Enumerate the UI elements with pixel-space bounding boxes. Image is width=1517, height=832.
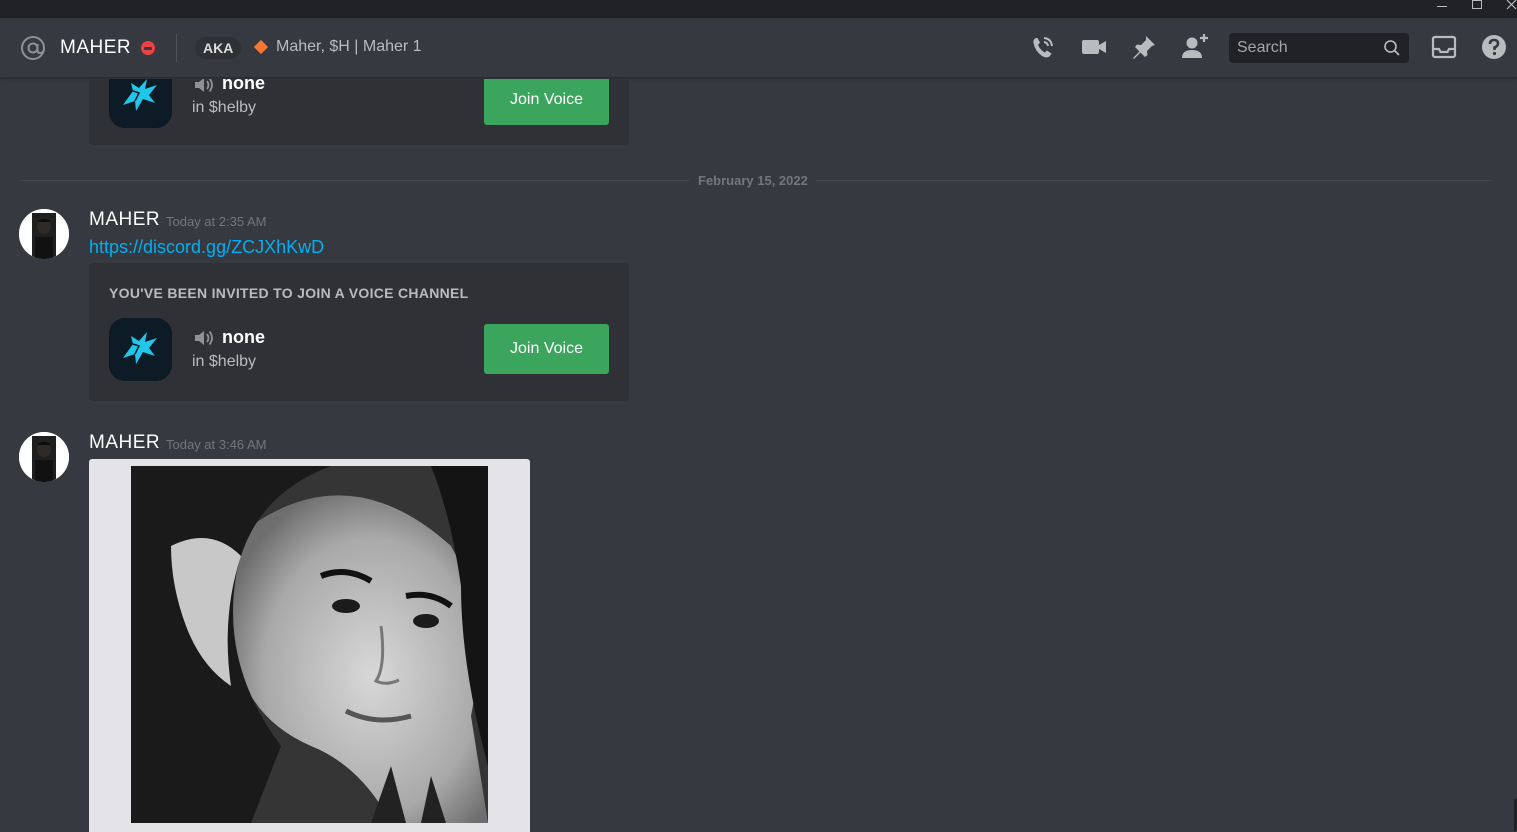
inbox-icon[interactable]	[1429, 32, 1459, 62]
nickname-list: Maher, $H | Maher 1	[276, 38, 422, 55]
nickname-diamond-icon	[253, 39, 269, 55]
voice-call-icon[interactable]	[1028, 32, 1058, 62]
video-call-icon[interactable]	[1079, 32, 1109, 62]
speaker-icon	[195, 330, 213, 346]
pin-icon[interactable]	[1129, 32, 1159, 62]
header-divider	[176, 34, 177, 62]
voice-channel-name: none	[222, 79, 265, 93]
dnd-status-icon	[141, 41, 155, 55]
guild-wolf-icon[interactable]	[109, 318, 172, 381]
date-divider-label: February 15, 2022	[690, 173, 816, 188]
message-author[interactable]: MAHER	[89, 432, 160, 454]
voice-invite-embed: YOU'VE BEEN INVITED TO JOIN A VOICE CHAN…	[89, 263, 629, 401]
join-voice-button[interactable]: Join Voice	[484, 79, 609, 125]
search-icon	[1384, 40, 1400, 56]
close-icon[interactable]	[1497, 0, 1517, 18]
message-timestamp: Today at 2:35 AM	[166, 214, 267, 229]
portrait-photo	[131, 466, 488, 823]
search-placeholder: Search	[1237, 39, 1288, 56]
message-timestamp: Today at 3:46 AM	[166, 437, 267, 452]
message-list[interactable]: none in $helby Join Voice February 15, 2…	[0, 79, 1517, 832]
at-icon	[21, 36, 45, 60]
aka-badge: AKA	[195, 37, 242, 59]
dm-username[interactable]: MAHER	[60, 37, 131, 59]
help-icon[interactable]	[1479, 32, 1509, 62]
join-voice-button[interactable]: Join Voice	[484, 324, 609, 374]
guild-name: in $helby	[192, 99, 257, 116]
embed-title: YOU'VE BEEN INVITED TO JOIN A VOICE CHAN…	[109, 285, 469, 301]
message-author[interactable]: MAHER	[89, 209, 160, 231]
avatar[interactable]	[19, 209, 69, 259]
minimize-icon[interactable]	[1427, 0, 1457, 18]
speaker-icon	[195, 79, 213, 93]
search-input[interactable]: Search	[1229, 33, 1409, 63]
voice-invite-embed: none in $helby Join Voice	[89, 79, 629, 145]
maximize-icon[interactable]	[1462, 0, 1492, 18]
voice-channel-name: none	[222, 327, 265, 347]
guild-wolf-icon[interactable]	[109, 79, 172, 128]
window-titlebar	[0, 0, 1517, 18]
avatar[interactable]	[19, 432, 69, 482]
invite-link[interactable]: https://discord.gg/ZCJXhKwD	[89, 237, 324, 258]
add-friend-icon[interactable]	[1180, 32, 1210, 62]
image-attachment[interactable]	[89, 459, 530, 832]
guild-name: in $helby	[192, 353, 257, 370]
channel-header: MAHER AKA Maher, $H | Maher 1 Search	[0, 18, 1517, 78]
